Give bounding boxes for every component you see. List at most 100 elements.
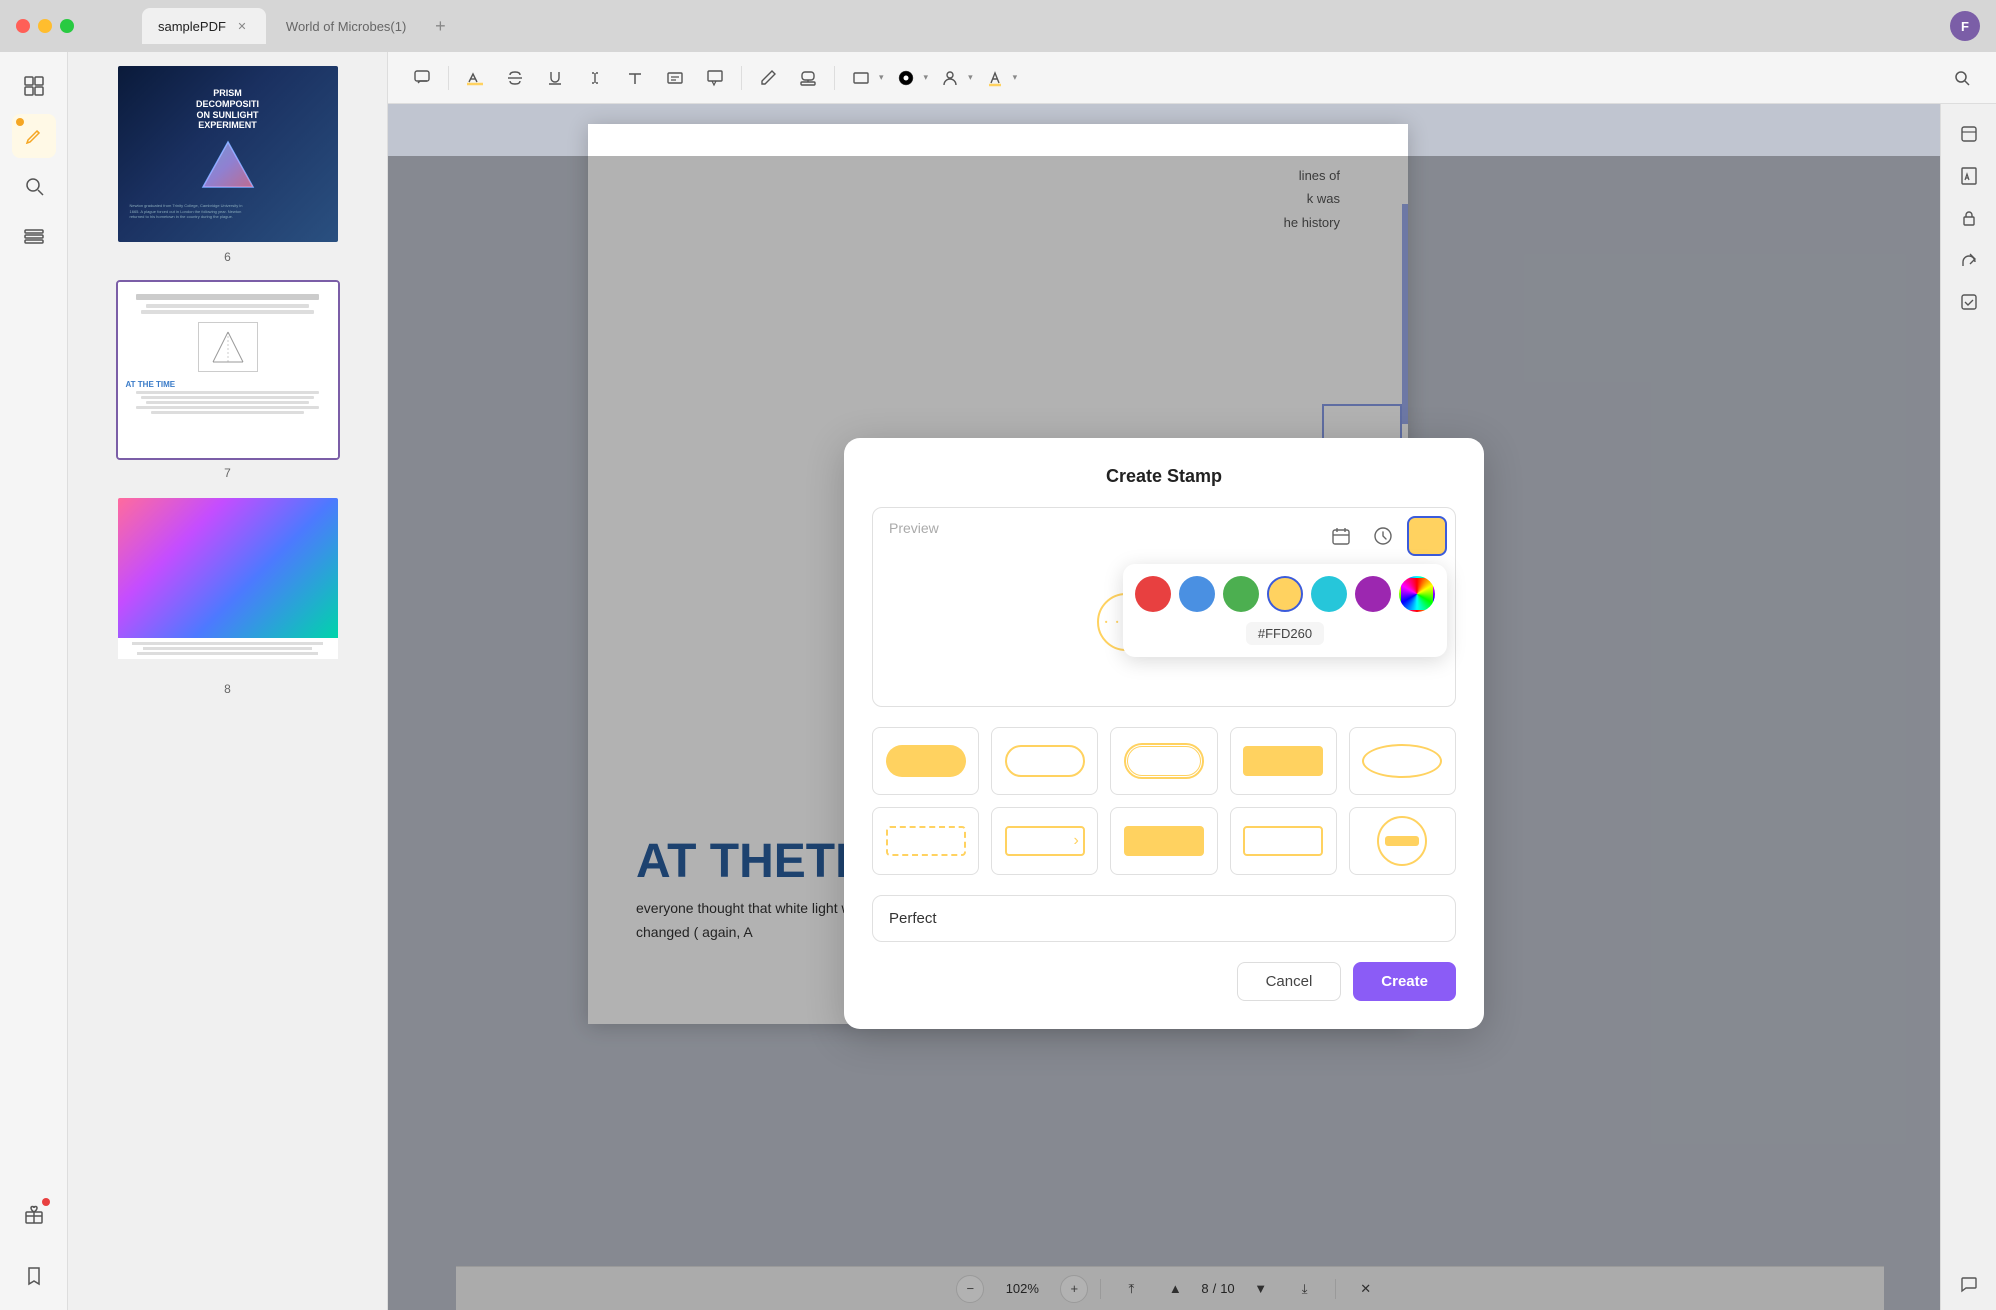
prism-graphic: [198, 137, 258, 197]
left-sidebar: [0, 52, 68, 1310]
right-sidebar-lock-btn[interactable]: [1951, 200, 1987, 236]
stamp-template-2[interactable]: [991, 727, 1098, 795]
toolbar: ▾ ▾: [388, 52, 1996, 104]
stamp-template-3[interactable]: [1110, 727, 1217, 795]
swatch-purple[interactable]: [1355, 576, 1391, 612]
swatch-red[interactable]: [1135, 576, 1171, 612]
share-icon: [1960, 251, 1978, 269]
thumbnail-page-8[interactable]: 8: [116, 496, 340, 696]
modal-overlay: Create Stamp Preview: [388, 156, 1940, 1310]
tab-close-button[interactable]: ✕: [234, 18, 250, 34]
underline-tool[interactable]: [537, 60, 573, 96]
swatch-rainbow[interactable]: [1399, 576, 1435, 612]
toolbar-separator-3: [834, 66, 835, 90]
color-swatch-button[interactable]: [1407, 516, 1447, 556]
tab-world-of-microbes[interactable]: World of Microbes(1): [270, 8, 422, 44]
tab-samplepdf[interactable]: samplePDF ✕: [142, 8, 266, 44]
add-tab-button[interactable]: +: [426, 12, 454, 40]
sidebar-item-search[interactable]: [12, 164, 56, 208]
sidebar-item-bookmarks[interactable]: [12, 214, 56, 258]
text-cursor-tool[interactable]: [577, 60, 613, 96]
comments-tool[interactable]: [404, 60, 440, 96]
color-swatches-row: [1135, 576, 1435, 612]
swatch-yellow[interactable]: [1267, 576, 1303, 612]
stamp-template-1[interactable]: [872, 727, 979, 795]
thumbnail-page-6[interactable]: PRISMDECOMPOSITION SUNLIGHTEXPERIMENT: [116, 64, 340, 264]
titlebar: samplePDF ✕ World of Microbes(1) + F: [0, 0, 1996, 52]
sidebar-item-gift[interactable]: [12, 1192, 56, 1236]
template-rect-white: [1243, 826, 1323, 856]
close-traffic-light[interactable]: [16, 19, 30, 33]
person-btn: [932, 60, 968, 96]
right-sidebar-chat-btn[interactable]: [1951, 1266, 1987, 1302]
text-tool-icon: [626, 69, 644, 87]
calendar-icon: [1331, 526, 1351, 546]
strikethrough-tool[interactable]: [497, 60, 533, 96]
sidebar-item-thumbnails[interactable]: [12, 64, 56, 108]
strikethrough-icon: [506, 69, 524, 87]
stamp-icon: [799, 69, 817, 87]
right-sidebar-check-btn[interactable]: [1951, 284, 1987, 320]
stamp-template-4[interactable]: [1230, 727, 1337, 795]
rect-icon: [852, 69, 870, 87]
highlight-tool[interactable]: [457, 60, 493, 96]
color-tool[interactable]: ▾: [888, 60, 929, 96]
preview-label: Preview: [889, 520, 939, 536]
thumb6-title: PRISMDECOMPOSITION SUNLIGHTEXPERIMENT: [196, 88, 259, 131]
stamp-template-8[interactable]: [1110, 807, 1217, 875]
pen-tool[interactable]: [750, 60, 786, 96]
stamp-template-6[interactable]: [872, 807, 979, 875]
thumb-page-number-6: 6: [224, 250, 231, 264]
bookmark-icon: [23, 1265, 45, 1287]
person-tool[interactable]: ▾: [932, 60, 973, 96]
right-sidebar-view-btn[interactable]: [1951, 116, 1987, 152]
stamp-template-10[interactable]: [1349, 807, 1456, 875]
right-sidebar-share-btn[interactable]: [1951, 242, 1987, 278]
right-sidebar-pdfa-btn[interactable]: [1951, 158, 1987, 194]
swatch-blue[interactable]: [1179, 576, 1215, 612]
search-tool-icon: [1953, 69, 1971, 87]
shape-dropdown-arrow: ▾: [879, 72, 884, 83]
shape-tool[interactable]: ▾: [843, 60, 884, 96]
stamp-template-9[interactable]: [1230, 807, 1337, 875]
textbox-tool[interactable]: [657, 60, 693, 96]
textbox-icon: [666, 69, 684, 87]
swatch-cyan[interactable]: [1311, 576, 1347, 612]
stamp-tool[interactable]: [790, 60, 826, 96]
sidebar-item-annotation[interactable]: [12, 114, 56, 158]
cancel-button[interactable]: Cancel: [1237, 962, 1342, 1001]
calendar-tool-btn[interactable]: [1323, 518, 1359, 554]
sidebar-item-layers[interactable]: [12, 1254, 56, 1298]
color-toolbar: [1323, 516, 1447, 556]
create-stamp-modal: Create Stamp Preview: [844, 438, 1484, 1029]
geometry-diagram: [203, 327, 253, 367]
search-icon: [23, 175, 45, 197]
pen-icon: [759, 69, 777, 87]
template-oval-outline: [1362, 744, 1442, 778]
callout-icon: [706, 69, 724, 87]
template-pill-double: [1124, 743, 1204, 779]
stamp-template-7[interactable]: [991, 807, 1098, 875]
color-wheel-icon: [897, 69, 915, 87]
clock-tool-btn[interactable]: [1365, 518, 1401, 554]
maximize-traffic-light[interactable]: [60, 19, 74, 33]
user-avatar: F: [1950, 11, 1980, 41]
create-button[interactable]: Create: [1353, 962, 1456, 1001]
gift-icon: [23, 1203, 45, 1225]
main-wrapper: ▾ ▾: [388, 52, 1996, 1310]
stamp-text-field[interactable]: [872, 895, 1456, 942]
callout-tool[interactable]: [697, 60, 733, 96]
chat-icon: [1960, 1275, 1978, 1293]
swatch-green[interactable]: [1223, 576, 1259, 612]
stamp-template-5[interactable]: [1349, 727, 1456, 795]
search-tool[interactable]: [1944, 60, 1980, 96]
grid-icon: [23, 75, 45, 97]
minimize-traffic-light[interactable]: [38, 19, 52, 33]
template-rect-dashed: [886, 826, 966, 856]
text-color-tool[interactable]: ▾: [977, 60, 1018, 96]
thumbnail-page-7[interactable]: AT THE TIME 7: [116, 280, 340, 480]
thumb8-text: [118, 638, 338, 659]
layers-icon: [23, 225, 45, 247]
template-rect-filled: [1243, 746, 1323, 776]
text-tool[interactable]: [617, 60, 653, 96]
